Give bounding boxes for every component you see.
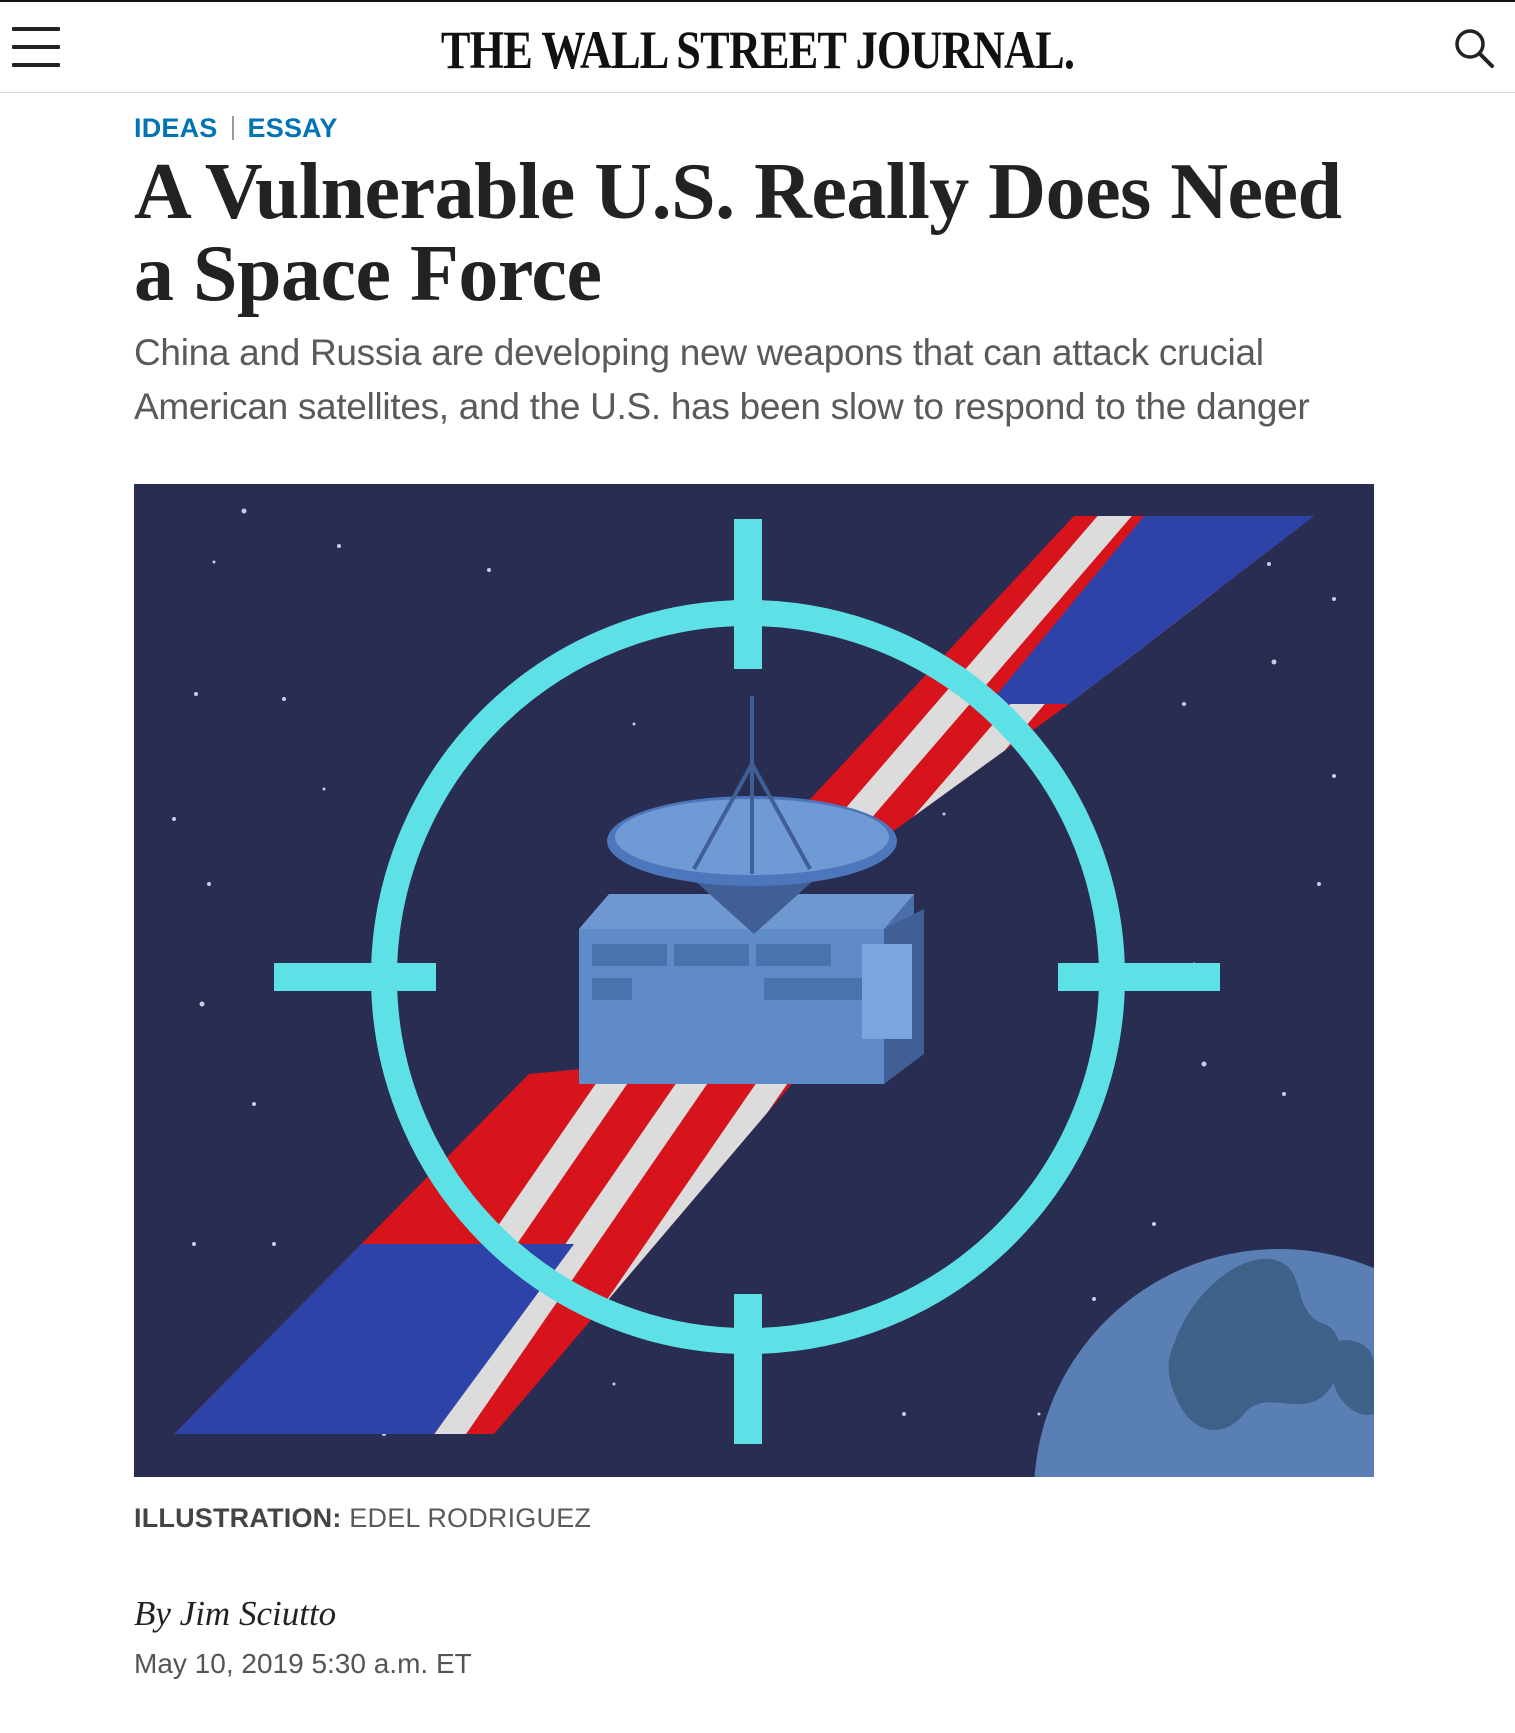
satellite-crosshair-illustration: [134, 484, 1374, 1477]
article-byline: By Jim Sciutto: [134, 1594, 336, 1634]
byline-prefix: By: [134, 1594, 171, 1633]
caption-label: ILLUSTRATION:: [134, 1503, 342, 1533]
author-link[interactable]: Jim Sciutto: [180, 1594, 337, 1633]
publish-timestamp: May 10, 2019 5:30 a.m. ET: [134, 1648, 472, 1679]
article-dek: China and Russia are developing new weap…: [134, 332, 1310, 427]
hamburger-menu-icon[interactable]: [12, 27, 62, 69]
section-breadcrumb: IDEAS ESSAY: [134, 113, 338, 144]
breadcrumb-divider: [231, 116, 234, 140]
section-link-ideas[interactable]: IDEAS: [134, 113, 218, 143]
site-header: THE WALL STREET JOURNAL.: [0, 0, 1515, 93]
wsj-masthead-logo[interactable]: THE WALL STREET JOURNAL.: [136, 18, 1378, 82]
caption-credit: EDEL RODRIGUEZ: [349, 1503, 592, 1533]
section-link-essay[interactable]: ESSAY: [248, 113, 338, 143]
article-illustration: [134, 484, 1374, 1477]
article-headline: A Vulnerable U.S. Really Does Need a Spa…: [134, 148, 1342, 318]
search-icon[interactable]: [1452, 26, 1496, 70]
image-caption: ILLUSTRATION: EDEL RODRIGUEZ: [134, 1503, 591, 1534]
